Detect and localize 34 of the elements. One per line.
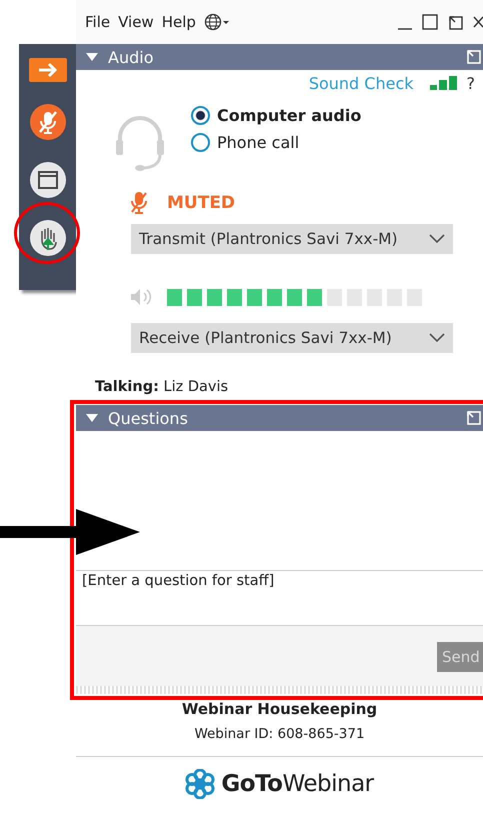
arrow-button[interactable]	[28, 58, 66, 82]
webinar-title: Webinar Housekeeping	[182, 700, 378, 718]
raise-hand-button[interactable]	[30, 220, 66, 256]
chevron-down-icon	[429, 234, 445, 244]
talking-status: Talking: Liz Davis	[95, 379, 230, 395]
logo-wordmark: GoToWebinar	[221, 771, 374, 797]
chevron-down-icon	[429, 333, 445, 343]
panel-header[interactable]: Questions	[76, 405, 483, 431]
help-button[interactable]: ?	[466, 74, 475, 92]
resize-grip[interactable]	[76, 686, 483, 694]
collapse-icon[interactable]	[86, 413, 98, 423]
question-field[interactable]: [Enter a question for staff]	[76, 571, 483, 626]
highlight-circle	[14, 202, 80, 264]
collapse-icon[interactable]	[86, 52, 98, 62]
radio-label[interactable]: Computer audio	[217, 106, 362, 125]
radio-button[interactable]	[191, 106, 210, 125]
menu-item[interactable]: View	[118, 13, 154, 31]
window-button[interactable]	[30, 162, 66, 198]
webinar-id: Webinar ID: 608-865-371	[194, 726, 365, 742]
maximize-icon[interactable]	[421, 13, 439, 31]
device-dropdown[interactable]: Receive (Plantronics Savi 7xx-M)	[131, 323, 453, 353]
panel-title: Questions	[108, 408, 189, 428]
menu-item[interactable]: File	[85, 13, 110, 31]
signal-bars-icon	[430, 76, 456, 90]
panel-header[interactable]: Audio	[76, 44, 483, 70]
mic-status: MUTED	[167, 193, 236, 213]
device-dropdown[interactable]: Transmit (Plantronics Savi 7xx-M)	[131, 224, 453, 254]
muted-microphone-button[interactable]	[30, 104, 66, 140]
panel-title: Audio	[108, 48, 154, 66]
radio-label[interactable]: Phone call	[217, 133, 300, 152]
radio-button[interactable]	[191, 133, 210, 152]
language-menu-icon[interactable]	[204, 13, 230, 31]
menu-item[interactable]: Help	[162, 13, 196, 31]
logo-icon	[185, 769, 216, 799]
